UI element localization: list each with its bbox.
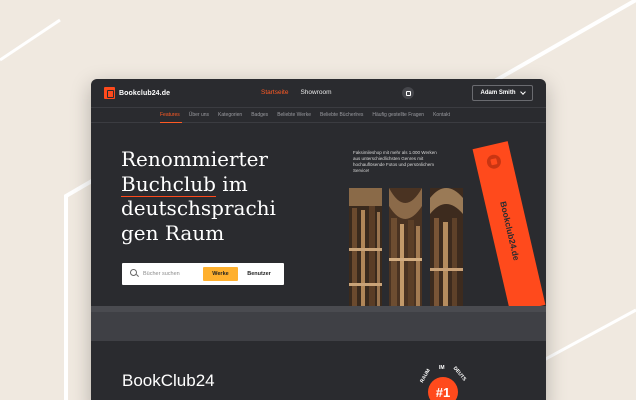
headline-line-3: deutschsprachi xyxy=(121,196,276,220)
chevron-down-icon xyxy=(519,89,526,95)
subnav-beliebte-buecherlres[interactable]: Beliebte Bücherlres xyxy=(320,112,363,118)
logo-text: Bookclub24.de xyxy=(119,89,171,97)
subnav-beliebte-werke[interactable]: Beliebte Werke xyxy=(277,112,311,118)
facsimile-description: Faksimileshop mit mehr als 1.000 Werken … xyxy=(353,150,437,173)
headline-line-1: Renommierter xyxy=(121,147,268,171)
nav-startseite[interactable]: Startseite xyxy=(261,89,288,96)
browser-window: Bookclub24.de Startseite Showroom Adam S… xyxy=(91,79,546,400)
badge-word-top: IM xyxy=(439,365,445,371)
badge-word-left: RAUM xyxy=(419,368,432,384)
subnav-ueber-uns[interactable]: Über uns xyxy=(189,112,209,118)
ranking-badge: RAUM IM DEUTS #1 xyxy=(418,365,468,400)
subnav-features[interactable]: Features xyxy=(160,112,180,118)
subnav-kontakt[interactable]: Kontakt xyxy=(433,112,450,118)
shopping-bag-icon xyxy=(405,90,411,96)
search-input[interactable]: Bücher suchen xyxy=(143,271,180,277)
headline-line-2: Buchclub im xyxy=(121,171,301,197)
bookmark-text: Bookclub24.de xyxy=(498,200,522,262)
headline-line-2-rest: im xyxy=(215,171,248,196)
subnav-kategorien[interactable]: Kategorien xyxy=(218,112,242,118)
search-box: Bücher suchen Werke Benutzer xyxy=(122,263,284,285)
badge-word-right: DEUTS xyxy=(451,365,468,383)
main-nav: Startseite Showroom xyxy=(261,89,332,96)
bookmark-hole-icon xyxy=(485,153,503,171)
section-brand-title: BookClub24 xyxy=(122,371,215,390)
search-tab-werke[interactable]: Werke xyxy=(203,267,238,281)
search-tab-benutzer[interactable]: Benutzer xyxy=(240,267,278,281)
top-bar: Bookclub24.de Startseite Showroom Adam S… xyxy=(91,79,546,107)
cart-button[interactable] xyxy=(402,87,414,99)
user-name: Adam Smith xyxy=(480,90,516,96)
subnav-faq[interactable]: Häufig gestellte Fragen xyxy=(372,112,424,118)
sub-nav: Features Über uns Kategorien Badges Beli… xyxy=(91,107,546,123)
book-logo-icon xyxy=(104,87,115,99)
bookmark-tag: Bookclub24.de xyxy=(472,141,546,313)
search-icon xyxy=(130,269,137,276)
active-tab-underline xyxy=(160,122,182,123)
badge-number: #1 xyxy=(428,377,458,400)
shelf-edge xyxy=(91,306,546,312)
logo[interactable]: Bookclub24.de xyxy=(104,87,170,99)
nav-showroom[interactable]: Showroom xyxy=(300,89,331,96)
headline-line-4: gen Raum xyxy=(121,220,225,245)
user-menu-button[interactable]: Adam Smith xyxy=(472,85,533,101)
headline-highlight: Buchclub xyxy=(121,171,216,197)
library-photo-2 xyxy=(389,188,422,312)
library-photo-3 xyxy=(430,188,463,312)
library-photo-1 xyxy=(349,188,382,312)
hero-headline: Renommierter Buchclub im deutschsprachi … xyxy=(121,147,301,245)
subnav-badges[interactable]: Badges xyxy=(251,112,268,118)
